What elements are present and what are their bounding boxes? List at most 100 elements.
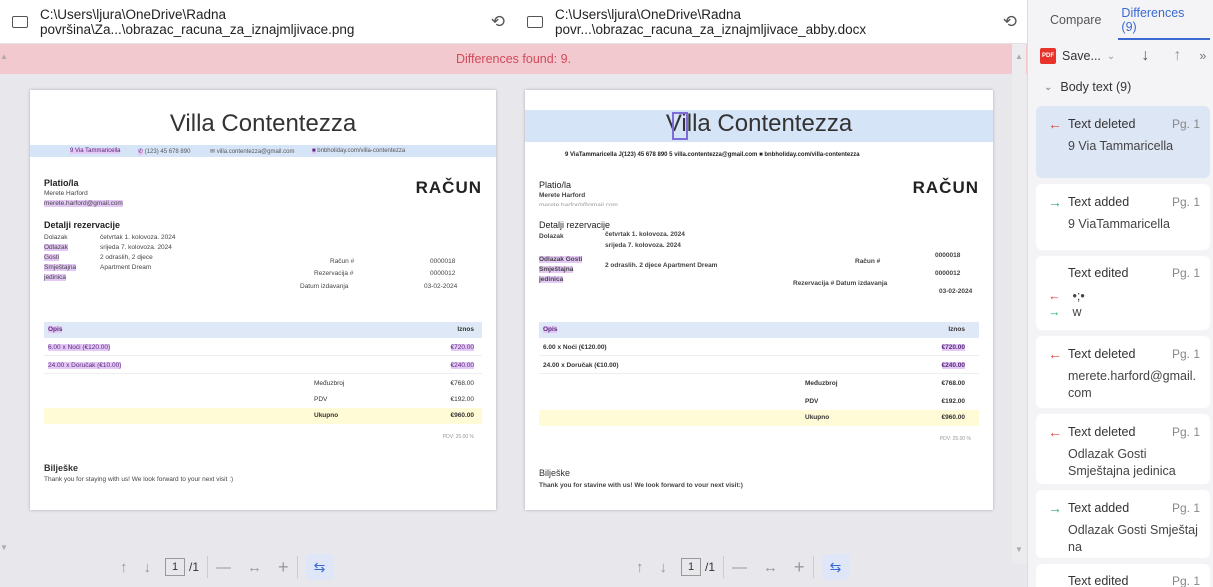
chevron-down-icon[interactable]: ⌄ (1107, 51, 1115, 62)
table-row: Međuzbroj €768.00 (805, 380, 965, 387)
pdf-icon: PDF (1040, 48, 1056, 64)
difference-card[interactable]: → Text added Pg. 1 Odlazak Gosti Smještajn… (1036, 490, 1210, 558)
difference-card[interactable]: ← Text deleted Pg. 1 merete.harford@gmail.… (1036, 336, 1210, 408)
arrow-left-icon: ← (1048, 424, 1062, 440)
right-pager: ↑ ↓ 1 /1 — ↔ + ⇆ (636, 552, 850, 582)
total-row: Ukupno €960.00 (539, 410, 979, 426)
arrow-right-icon: → (1048, 194, 1062, 210)
difference-card[interactable]: → Text added Pg. 1 9 ViaTammaricella (1036, 184, 1210, 250)
right-document-pane[interactable]: Villa Contentezza 9 ViaTammaricella J(12… (515, 74, 1012, 534)
difference-text: merete.harford@gmail.com (1068, 369, 1197, 400)
prev-difference-icon[interactable]: ↑ (1173, 47, 1181, 65)
meta-value: 03-02-2024 (424, 283, 458, 290)
detail-label: Dolazak (539, 233, 564, 240)
tab-compare[interactable]: Compare (1040, 13, 1111, 27)
next-difference-icon[interactable]: ↓ (1141, 47, 1149, 65)
customer-name: Merete Harford (539, 192, 586, 199)
detail-label: jedinica (44, 274, 67, 281)
table-row: PDV €192.00 (314, 396, 474, 403)
expand-icon[interactable]: » (1199, 49, 1206, 63)
zoom-in-icon[interactable]: + (794, 557, 805, 578)
table-header: Opis Iznos (44, 322, 482, 338)
platio-heading: Platio/la (44, 178, 79, 188)
pdv-note: PDV: 25.00 % (939, 436, 971, 442)
difference-card[interactable]: Text edited Pg. 1 ← •;• → w (1036, 256, 1210, 330)
prev-page-icon[interactable]: ↑ (636, 559, 644, 576)
racun-heading: RAČUN (912, 178, 979, 197)
sidebar-tabs: Compare Differences (9) (1028, 0, 1213, 40)
difference-card[interactable]: ← Text deleted Pg. 1 9 Via Tammaricella (1036, 106, 1210, 178)
difference-card[interactable]: ← Text deleted Pg. 1 Odlazak Gosti Smješta… (1036, 414, 1210, 484)
meta-value: 0000018 (430, 258, 456, 265)
history-icon[interactable]: ⟲ (491, 12, 505, 32)
old-text: •;• (1072, 289, 1085, 303)
notes-heading: Bilješke (539, 468, 571, 478)
right-file-path: C:\Users\ljura\OneDrive\Radna povr...\ob… (555, 6, 867, 37)
items-table: Opis Iznos 6.00 x Noći (€120.00) €720.00 2… (44, 322, 482, 432)
save-button[interactable]: Save... (1062, 49, 1101, 63)
folder-icon[interactable] (527, 15, 543, 28)
page-number-input[interactable]: 1 (681, 558, 701, 576)
sidebar-toolbar: PDF Save... ⌄ ↓ ↑ » (1028, 40, 1213, 72)
detail-value: Apartment Dream (100, 264, 152, 271)
right-file-bar: C:\Users\ljura\OneDrive\Radna povr...\ob… (515, 0, 1027, 44)
sync-scroll-icon[interactable]: ⇆ (305, 554, 334, 580)
history-icon[interactable]: ⟲ (1003, 12, 1017, 32)
table-row: 6.00 x Noći (€120.00) €720.00 (539, 340, 979, 356)
new-text: w (1072, 305, 1082, 319)
difference-text: 9 ViaTammaricella (1068, 217, 1170, 231)
meta-value: 0000018 (935, 252, 961, 259)
zoom-out-icon[interactable]: — (732, 559, 747, 576)
sync-scroll-icon[interactable]: ⇆ (821, 554, 850, 580)
left-scrollbar[interactable]: ▲ ▼ (0, 44, 10, 564)
meta-label: Račun # (855, 258, 881, 265)
detail-label: Smještajna (44, 264, 77, 271)
platio-heading: Platio/la (539, 180, 572, 190)
meta-label: Račun # (330, 258, 355, 265)
table-row: 24.00 x Doručak (€10.00) €240.00 (539, 358, 979, 374)
compare-app: C:\Users\ljura\OneDrive\Radna površina\Z… (0, 0, 1213, 587)
folder-icon[interactable] (12, 15, 28, 28)
arrow-right-icon: → (1048, 305, 1061, 319)
page-number-input[interactable]: 1 (165, 558, 185, 576)
items-table: Opis Iznos 6.00 x Noći (€120.00) €720.00 2… (539, 322, 979, 432)
zoom-out-icon[interactable]: — (216, 559, 231, 576)
active-tab-indicator (1118, 38, 1210, 40)
fit-width-icon[interactable]: ↔ (247, 559, 262, 576)
tab-differences[interactable]: Differences (9) (1111, 6, 1213, 34)
arrow-left-icon: ← (1048, 289, 1061, 303)
left-document-page: Villa Contentezza 9 Via Tammaricella ✆ (… (30, 90, 496, 510)
detail-label: Odlazak (44, 244, 68, 251)
phone-text: ✆ (123) 45 678 890 (138, 149, 191, 155)
chevron-down-icon: ⌄ (1044, 81, 1053, 93)
prev-page-icon[interactable]: ↑ (120, 559, 128, 576)
detail-value: srijeda 7. kolovoza. 2024 (605, 242, 681, 249)
change-marker (672, 112, 688, 140)
meta-label: Rezervacija # Datum izdavanja (793, 280, 888, 287)
right-scrollbar[interactable]: ▲ ▼ (1012, 44, 1026, 564)
zoom-in-icon[interactable]: + (278, 557, 289, 578)
group-label: Body text (9) (1060, 80, 1132, 94)
fit-width-icon[interactable]: ↔ (763, 559, 778, 576)
left-document-pane[interactable]: Villa Contentezza 9 Via Tammaricella ✆ (… (10, 74, 515, 534)
next-page-icon[interactable]: ↓ (144, 559, 152, 576)
table-row: PDV €192.00 (805, 398, 965, 405)
left-file-path: C:\Users\ljura\OneDrive\Radna površina\Z… (40, 6, 355, 37)
email-text: ✉ villa.contentezza@gmail.com (210, 149, 295, 155)
detail-value: srijeda 7. kolovoza. 2024 (100, 244, 172, 251)
banner-text: Differences found: 9. (455, 52, 572, 66)
left-file-bar: C:\Users\ljura\OneDrive\Radna površina\Z… (0, 0, 515, 44)
differences-banner: Differences found: 9. (0, 44, 1027, 74)
body-text-group[interactable]: ⌄ Body text (9) (1028, 72, 1213, 102)
arrow-left-icon: ← (1048, 346, 1062, 362)
arrow-right-icon: → (1048, 500, 1062, 516)
meta-value: 0000012 (430, 270, 456, 277)
detail-label: Gosti (44, 254, 60, 261)
difference-card[interactable]: Text edited Pg. 1 (1036, 564, 1210, 587)
notes-text: Thank you for stavine with us! We look f… (539, 482, 743, 489)
detail-value: četvrtak 1. kolovoza. 2024 (100, 234, 176, 241)
details-heading: Detalji rezervacije (539, 220, 611, 230)
difference-text: Odlazak Gosti Smještajna jedinica (1068, 447, 1176, 478)
next-page-icon[interactable]: ↓ (660, 559, 668, 576)
pdv-note: PDV: 25.00 % (442, 434, 474, 440)
